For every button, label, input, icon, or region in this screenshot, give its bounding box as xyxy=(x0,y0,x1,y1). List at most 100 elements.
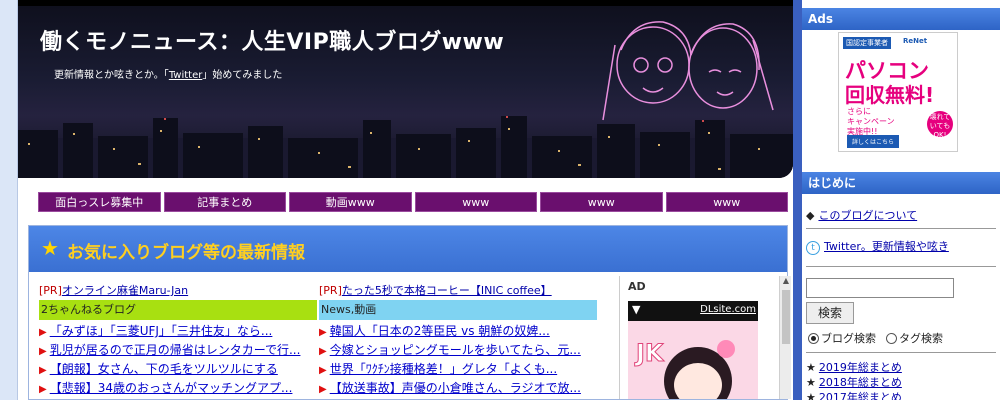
banner-top-bar xyxy=(18,0,793,6)
list-item-text[interactable]: 乳児が居るので正月の帰省はレンタカーで行... xyxy=(50,343,301,357)
site-title[interactable]: 働くモノニュース：人生VIP職人ブログwww xyxy=(40,24,504,56)
red-arrow-icon: ▶ xyxy=(319,365,327,376)
scroll-up-icon[interactable]: ▲ xyxy=(780,276,792,288)
nav-item-thread-request[interactable]: 面白っスレ募集中 xyxy=(38,192,161,212)
site-description-prefix: 更新情報とか呟きとか。「 xyxy=(54,70,169,81)
list-item-text[interactable]: 今嫁とショッピングモールを歩いてたら、元... xyxy=(330,343,581,357)
search-input[interactable] xyxy=(806,278,954,298)
twitter-bird-icon[interactable]: t xyxy=(806,241,820,255)
sidebar: Ads 国認定事業者 ReNet パソコン 回収無料! さらに キャンペーン 実施中… xyxy=(802,0,1000,400)
nav-item-videos[interactable]: 動画www xyxy=(289,192,412,212)
about-row: ◆ このブログについて xyxy=(806,207,917,223)
search-button[interactable]: 検索 xyxy=(806,302,854,324)
left-margin xyxy=(0,0,18,400)
summary-link[interactable]: 2018年総まとめ xyxy=(819,376,902,389)
list-item-text[interactable]: 世界「ﾜｸﾁﾝ接種格差！」グレタ「よくも... xyxy=(330,362,557,376)
ad-tag-certified: 国認定事業者 xyxy=(843,37,891,49)
list-item[interactable]: ▶ 韓国人「日本の2等臣民 vs 朝鮮の奴婢... xyxy=(319,322,597,341)
header-banner: 働くモノニュース：人生VIP職人ブログwww 更新情報とか呟きとか。「Twitt… xyxy=(18,0,793,178)
summary-link[interactable]: 2017年総まとめ xyxy=(819,391,902,400)
summary-row: ★ 2019年総まとめ xyxy=(806,360,902,375)
feed-column-left: [PR]オンライン麻雀Maru-Jan 2ちゃんねるブログ ▶ 「みずほ」「三菱U… xyxy=(39,282,317,398)
ad-label: AD xyxy=(628,280,646,293)
list-item[interactable]: ▶ 「みずほ」「三菱UFJ」「三井住友」なら... xyxy=(39,322,317,341)
star-icon: ★ xyxy=(806,376,816,389)
triangle-down-icon: ▼ xyxy=(632,303,641,316)
ad-tag-renet: ReNet xyxy=(903,37,928,45)
pr-tag: [PR] xyxy=(39,284,62,297)
list-item[interactable]: ▶ 【放送事故】声優の小倉唯さん、ラジオで放... xyxy=(319,379,597,398)
panel-scrollbar[interactable]: ▲ xyxy=(779,276,791,399)
list-item[interactable]: ▶ 【悲報】34歳のおっさんがマッチングアプ... xyxy=(39,379,317,398)
sidebar-intro: はじめに xyxy=(802,172,1000,194)
nav-item-www-3[interactable]: www xyxy=(665,192,788,212)
ad-details-button[interactable]: 詳しくはこちら xyxy=(847,135,900,148)
list-item-text[interactable]: 「みずほ」「三菱UFJ」「三井住友」なら... xyxy=(50,324,273,338)
star-icon: ★ xyxy=(806,391,816,400)
pr-link-left[interactable]: オンライン麻雀Maru-Jan xyxy=(62,284,188,297)
list-item[interactable]: ▶ 今嫁とショッピングモールを歩いてたら、元... xyxy=(319,341,597,360)
red-arrow-icon: ▶ xyxy=(39,384,47,395)
main-column: 働くモノニュース：人生VIP職人ブログwww 更新情報とか呟きとか。「Twitt… xyxy=(18,0,793,400)
about-blog-link[interactable]: このブログについて xyxy=(818,209,917,222)
twitter-header-link[interactable]: Twitter xyxy=(169,70,203,81)
scroll-thumb[interactable] xyxy=(782,290,790,344)
nav-item-article-summary[interactable]: 記事まとめ xyxy=(163,192,286,212)
twitter-sidebar-link[interactable]: Twitter。更新情報や呟き xyxy=(824,240,949,253)
divider xyxy=(806,352,996,353)
radio-dot[interactable] xyxy=(886,332,897,344)
list-item[interactable]: ▶ 【朗報】女さん、下の毛をツルツルにする xyxy=(39,360,317,379)
pr-tag: [PR] xyxy=(319,284,342,297)
panel-ad-box: AD ▼ DLsite.com JK xyxy=(619,276,779,399)
panel-title: お気に入りブログ等の最新情報 xyxy=(67,243,305,263)
twitter-row: t Twitter。更新情報や呟き xyxy=(806,238,949,255)
ad-small-1: さらに xyxy=(847,107,871,116)
city-night-skyline xyxy=(18,116,793,178)
list-item-text[interactable]: 【朗報】女さん、下の毛をツルツルにする xyxy=(50,362,278,376)
ad-anime-image[interactable]: JK xyxy=(628,321,758,399)
ad-art-text: JK xyxy=(634,339,665,367)
search-type-radios: ブログ検索 タグ検索 xyxy=(808,330,943,346)
ad-site-link[interactable]: DLsite.com xyxy=(700,304,756,315)
list-item[interactable]: ▶ 世界「ﾜｸﾁﾝ接種格差！」グレタ「よくも... xyxy=(319,360,597,379)
radio-blog-search[interactable]: ブログ検索 xyxy=(808,330,876,346)
red-arrow-icon: ▶ xyxy=(39,346,47,357)
category-label-left: 2ちゃんねるブログ xyxy=(39,300,317,320)
star-icon: ★ xyxy=(806,361,816,374)
pr-line-left: [PR]オンライン麻雀Maru-Jan xyxy=(39,282,317,300)
nav-item-www-2[interactable]: www xyxy=(540,192,663,212)
red-arrow-icon: ▶ xyxy=(319,346,327,357)
main-nav: 面白っスレ募集中 記事まとめ 動画www www www www xyxy=(38,192,788,212)
list-item-text[interactable]: 韓国人「日本の2等臣民 vs 朝鮮の奴婢... xyxy=(330,324,550,338)
red-arrow-icon: ▶ xyxy=(39,365,47,376)
ad-anime-art: JK xyxy=(628,321,758,399)
ad-site-strip[interactable]: ▼ DLsite.com xyxy=(628,301,758,321)
summary-link[interactable]: 2019年総まとめ xyxy=(819,361,902,374)
page: 働くモノニュース：人生VIP職人ブログwww 更新情報とか呟きとか。「Twitt… xyxy=(0,0,1000,400)
summary-row: ★ 2017年総まとめ xyxy=(806,390,902,400)
divider xyxy=(806,228,996,229)
panel-header: ★ お気に入りブログ等の最新情報 xyxy=(29,226,787,272)
red-arrow-icon: ▶ xyxy=(319,384,327,395)
nav-item-www-1[interactable]: www xyxy=(414,192,537,212)
site-description-suffix: 」始めてみました xyxy=(202,70,283,81)
summary-row: ★ 2018年総まとめ xyxy=(806,375,902,390)
list-item-text[interactable]: 【悲報】34歳のおっさんがマッチングアプ... xyxy=(50,381,293,395)
ad-small-2: キャンペーン xyxy=(847,117,895,126)
pr-link-right[interactable]: たった5秒で本格コーヒー【INIC coffee】 xyxy=(342,284,552,297)
category-label-right: News,動画 xyxy=(319,300,597,320)
radio-dot-selected[interactable] xyxy=(808,332,819,344)
favorite-blogs-panel: ★ お気に入りブログ等の最新情報 [PR]オンライン麻雀Maru-Jan 2ちゃ… xyxy=(28,225,791,400)
pr-line-right: [PR]たった5秒で本格コーヒー【INIC coffee】 xyxy=(319,282,597,300)
star-icon: ★ xyxy=(41,236,59,260)
ads-heading: Ads xyxy=(802,8,1000,30)
ad-headline-2: 回収無料! xyxy=(845,83,935,107)
intro-heading: はじめに xyxy=(802,172,1000,194)
ad-ok-badge: 壊れていてもOK! xyxy=(927,111,953,139)
list-item[interactable]: ▶ 乳児が居るので正月の帰省はレンタカーで行... xyxy=(39,341,317,360)
pc-recycle-ad-banner[interactable]: 国認定事業者 ReNet パソコン 回収無料! さらに キャンペーン 実施中!! 壊… xyxy=(838,32,958,152)
list-item-text[interactable]: 【放送事故】声優の小倉唯さん、ラジオで放... xyxy=(330,381,581,395)
radio-tag-search[interactable]: タグ検索 xyxy=(886,330,943,346)
feed-column-right: [PR]たった5秒で本格コーヒー【INIC coffee】 News,動画 ▶ 韓… xyxy=(319,282,597,398)
radio-tag-label: タグ検索 xyxy=(899,332,943,345)
